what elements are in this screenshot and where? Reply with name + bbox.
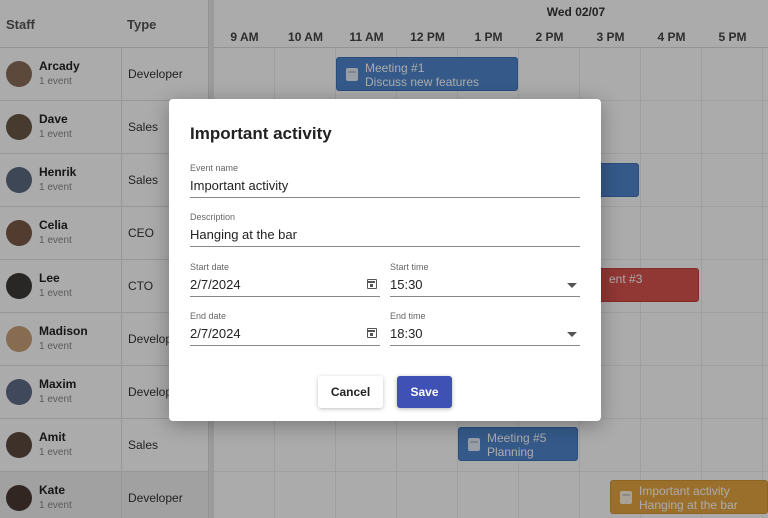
end-time-select[interactable]: 18:30 [390, 326, 423, 341]
end-date-input[interactable]: 2/7/2024 [190, 326, 241, 341]
chevron-down-icon[interactable] [567, 332, 577, 337]
dialog-title: Important activity [190, 124, 332, 143]
chevron-down-icon[interactable] [567, 283, 577, 288]
start-time-label: Start time [390, 262, 429, 272]
end-date-field[interactable]: End date 2/7/2024 [190, 311, 380, 346]
start-date-label: Start date [190, 262, 230, 272]
description-input[interactable]: Hanging at the bar [190, 227, 297, 242]
event-name-input[interactable]: Important activity [190, 178, 288, 193]
start-time-select[interactable]: 15:30 [390, 277, 423, 292]
end-date-label: End date [190, 311, 227, 321]
description-field[interactable]: Description Hanging at the bar [190, 212, 580, 247]
calendar-icon[interactable] [367, 328, 377, 338]
end-time-field[interactable]: End time 18:30 [390, 311, 580, 346]
event-editor-dialog: Important activity Event name Important … [169, 99, 601, 421]
start-date-input[interactable]: 2/7/2024 [190, 277, 241, 292]
start-date-field[interactable]: Start date 2/7/2024 [190, 262, 380, 297]
event-name-label: Event name [190, 163, 239, 173]
calendar-icon[interactable] [367, 279, 377, 289]
save-button[interactable]: Save [397, 376, 452, 408]
event-name-field[interactable]: Event name Important activity [190, 163, 580, 198]
start-time-field[interactable]: Start time 15:30 [390, 262, 580, 297]
end-time-label: End time [390, 311, 426, 321]
description-label: Description [190, 212, 236, 222]
cancel-button[interactable]: Cancel [318, 376, 383, 408]
